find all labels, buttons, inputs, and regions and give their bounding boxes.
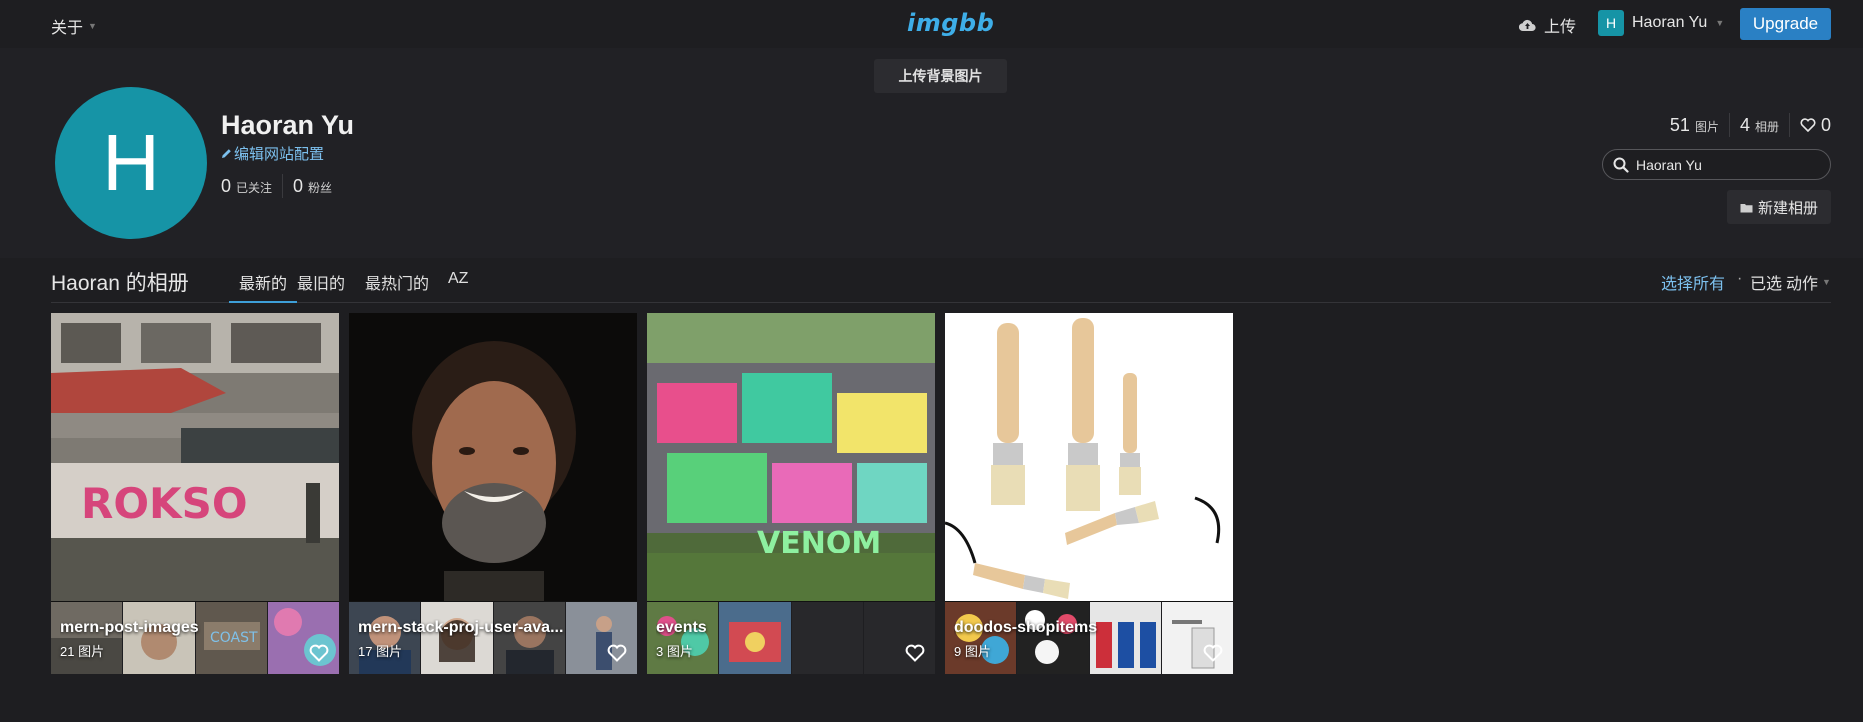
search-icon (1613, 157, 1629, 173)
album-info: events 3 图片 (656, 619, 896, 660)
user-name: Haoran Yu (1632, 14, 1708, 31)
tab-oldest[interactable]: 最旧的 (297, 270, 345, 303)
album-image-count: 9 图片 (954, 644, 991, 659)
edit-profile-label: 编辑网站配置 (234, 146, 325, 163)
tab-newest[interactable]: 最新的 (229, 270, 297, 303)
album-image-count: 3 图片 (656, 644, 693, 659)
following-label: 已关注 (236, 180, 273, 195)
likes-stat[interactable]: 0 (1800, 115, 1831, 136)
images-count: 51 (1669, 114, 1690, 135)
albums-stat[interactable]: 4 相册 (1740, 115, 1779, 136)
album-image-count: 21 图片 (60, 644, 105, 659)
album-info: mern-post-images 21 图片 (60, 619, 300, 660)
following-count: 0 (221, 175, 232, 196)
folder-icon (1740, 202, 1753, 213)
album-card[interactable]: VENOM events 3 图片 (647, 313, 935, 674)
album-card[interactable]: mern-stack-proj-user-ava... 17 图片 (349, 313, 637, 674)
like-icon[interactable] (309, 644, 329, 662)
edit-profile-link[interactable]: 编辑网站配置 (221, 143, 324, 164)
albums-label: 相册 (1754, 119, 1779, 134)
search-input[interactable] (1636, 156, 1816, 173)
followers-link[interactable]: 0 粉丝 (293, 176, 332, 197)
album-cover-image[interactable] (349, 313, 637, 601)
like-icon[interactable] (607, 644, 627, 662)
svg-text:ROKSO: ROKSO (81, 479, 248, 528)
separator-dot: · (1737, 270, 1743, 287)
images-stat[interactable]: 51 图片 (1670, 115, 1719, 136)
album-name[interactable]: mern-post-images (60, 619, 300, 637)
pencil-icon (221, 148, 232, 159)
upload-label: 上传 (1544, 19, 1577, 36)
about-menu[interactable]: 关于 ▼ (51, 14, 97, 38)
album-card[interactable]: ROKSO COAST mern-post-images 21 图片 (51, 313, 339, 674)
new-album-button[interactable]: 新建相册 (1727, 190, 1831, 224)
album-info: mern-stack-proj-user-ava... 17 图片 (358, 619, 598, 660)
divider (1788, 113, 1790, 137)
album-name[interactable]: doodos-shopitems (954, 619, 1194, 637)
search-box (1602, 149, 1831, 180)
like-icon[interactable] (1203, 644, 1223, 662)
album-name[interactable]: events (656, 619, 896, 637)
actions-label: 动作 (1786, 276, 1819, 293)
upload-background-button[interactable]: 上传背景图片 (874, 59, 1007, 93)
top-bar: 关于 ▼ imgbb 上传 H Haoran Yu ▼ Upgrade (0, 0, 1863, 48)
select-all-link[interactable]: 选择所有 (1661, 270, 1725, 294)
profile-name[interactable]: Haoran Yu (221, 110, 354, 141)
site-logo[interactable]: imgbb (907, 9, 994, 37)
user-menu[interactable]: H Haoran Yu ▼ (1598, 10, 1724, 36)
about-label: 关于 (51, 20, 84, 37)
follow-stats: 0 已关注 0 粉丝 (221, 174, 332, 198)
chevron-down-icon: ▼ (88, 21, 97, 31)
profile-stats: 51 图片 4 相册 0 (1670, 113, 1831, 137)
upload-button[interactable]: 上传 (1519, 13, 1576, 37)
album-cover-image[interactable] (945, 313, 1233, 601)
tab-popular[interactable]: 最热门的 (365, 270, 429, 303)
album-info: doodos-shopitems 9 图片 (954, 619, 1194, 660)
selected-label: 已选 (1750, 276, 1783, 293)
profile-avatar: H (55, 87, 207, 239)
chevron-down-icon: ▼ (1715, 18, 1725, 28)
divider (1728, 113, 1730, 137)
following-link[interactable]: 0 已关注 (221, 176, 272, 197)
album-cover-image[interactable]: VENOM (647, 313, 935, 601)
album-image-count: 17 图片 (358, 644, 403, 659)
followers-count: 0 (293, 175, 304, 196)
chevron-down-icon: ▼ (1822, 277, 1831, 287)
album-cover-image[interactable]: ROKSO (51, 313, 339, 601)
album-card[interactable]: doodos-shopitems 9 图片 (945, 313, 1233, 674)
new-album-label: 新建相册 (1757, 199, 1818, 217)
likes-count: 0 (1820, 114, 1831, 135)
actions-menu[interactable]: 动作 ▼ (1786, 270, 1831, 294)
like-icon[interactable] (905, 644, 925, 662)
heart-icon (1800, 118, 1816, 132)
images-label: 图片 (1694, 119, 1719, 134)
upgrade-button[interactable]: Upgrade (1740, 8, 1831, 40)
albums-count: 4 (1739, 114, 1750, 135)
album-name[interactable]: mern-stack-proj-user-ava... (358, 619, 598, 637)
albums-heading: Haoran 的相册 (51, 272, 189, 295)
cloud-upload-icon (1519, 18, 1536, 32)
followers-label: 粉丝 (308, 180, 333, 195)
album-toolbar: Haoran 的相册 最新的 最旧的 最热门的 AZ 选择所有 · 已选 动作 … (51, 258, 1831, 303)
divider (282, 174, 284, 198)
tab-az[interactable]: AZ (448, 270, 468, 303)
avatar: H (1598, 10, 1624, 36)
